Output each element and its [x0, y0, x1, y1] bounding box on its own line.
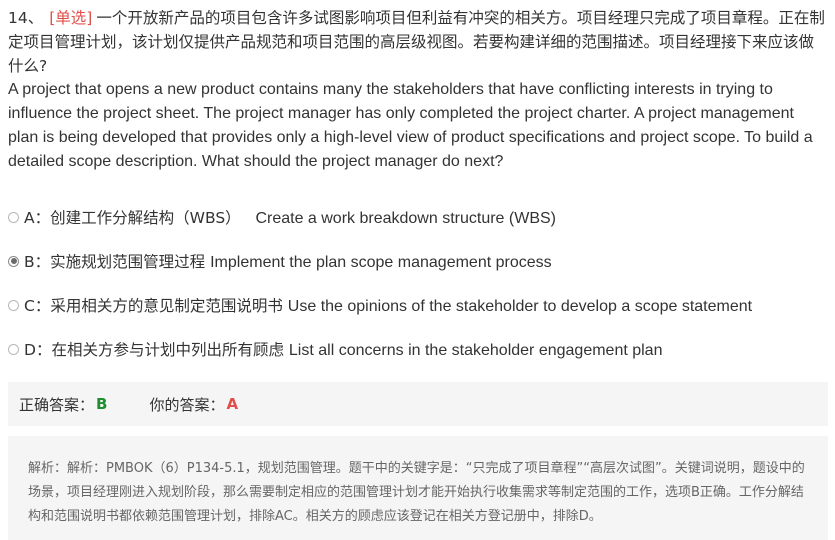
- correct-answer-label: 正确答案：: [19, 395, 95, 414]
- option-b[interactable]: B：实施规划范围管理过程 Implement the plan scope ma…: [8, 249, 552, 273]
- option-c[interactable]: C：采用相关方的意见制定范围说明书 Use the opinions of th…: [8, 293, 752, 317]
- answer-panel: 正确答案： B 你的答案： A: [8, 382, 828, 426]
- user-answer-label: 你的答案：: [149, 395, 225, 414]
- question-number: 14、: [8, 9, 44, 27]
- analysis-text: 解析：解析：PMBOK（6）P134-5.1，规划范围管理。题干中的关键字是：“…: [28, 461, 805, 524]
- option-d[interactable]: D：在相关方参与计划中列出所有顾虑 List all concerns in t…: [8, 337, 662, 361]
- question-text-cn: 14、 [单选] 一个开放新产品的项目包含许多试图影响项目但利益有冲突的相关方。项目…: [8, 6, 828, 78]
- option-a-radio-icon[interactable]: [8, 211, 19, 223]
- analysis-panel: 解析：解析：PMBOK（6）P134-5.1，规划范围管理。题干中的关键字是：“…: [8, 436, 828, 540]
- option-b-radio-icon[interactable]: [8, 255, 19, 267]
- correct-answer-value: B: [96, 395, 108, 413]
- option-d-text: D：在相关方参与计划中列出所有顾虑 List all concerns in t…: [24, 341, 663, 359]
- user-answer-value: A: [226, 395, 239, 413]
- option-d-radio-icon[interactable]: [8, 343, 19, 355]
- question-type-label: [单选]: [49, 9, 93, 27]
- option-c-text: C：采用相关方的意见制定范围说明书 Use the opinions of th…: [24, 297, 753, 315]
- option-a[interactable]: A：创建工作分解结构（WBS） Create a work breakdown …: [8, 205, 556, 229]
- question-cn-body: 一个开放新产品的项目包含许多试图影响项目但利益有冲突的相关方。项目经理只完成了项…: [8, 9, 825, 75]
- question-stem: 14、 [单选] 一个开放新产品的项目包含许多试图影响项目但利益有冲突的相关方。项目…: [8, 6, 828, 174]
- option-b-text: B：实施规划范围管理过程 Implement the plan scope ma…: [24, 253, 552, 271]
- option-a-text: A：创建工作分解结构（WBS） Create a work breakdown …: [24, 209, 556, 227]
- option-c-radio-icon[interactable]: [8, 299, 19, 311]
- question-text-en: A project that opens a new product conta…: [8, 81, 813, 170]
